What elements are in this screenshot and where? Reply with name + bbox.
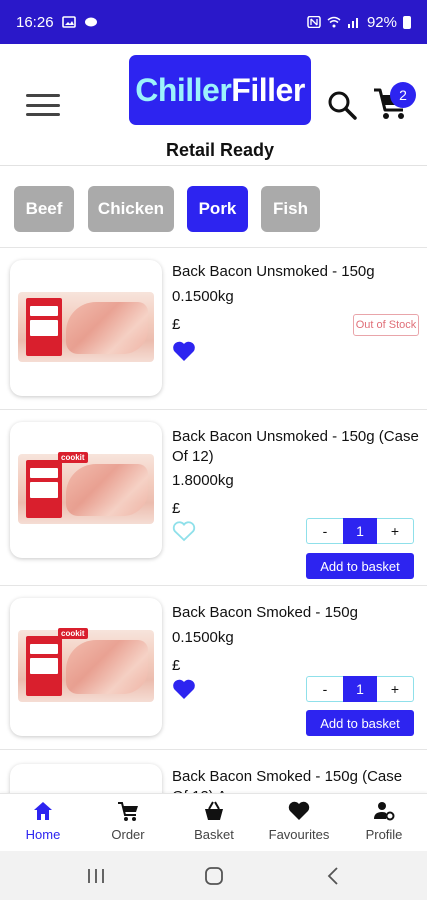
product-price: £ bbox=[172, 657, 181, 674]
chat-bubble-icon bbox=[84, 17, 97, 27]
add-to-basket-button[interactable]: Add to basket bbox=[306, 710, 414, 736]
decrement-button[interactable]: - bbox=[306, 518, 343, 544]
nav-label-basket: Basket bbox=[194, 827, 234, 842]
chillerfiller-logo[interactable]: Chiller Filler bbox=[129, 55, 311, 125]
recent-apps-icon[interactable] bbox=[84, 865, 108, 887]
product-card: cookit Back Bacon Smoked - 150g 0.1500kg… bbox=[0, 586, 427, 750]
product-card: Back Bacon Smoked - 150g (Case Of 12) A bbox=[0, 750, 427, 794]
search-icon[interactable] bbox=[326, 89, 358, 121]
category-pork[interactable]: Pork bbox=[187, 186, 248, 232]
status-time: 16:26 bbox=[16, 13, 54, 31]
product-weight: 0.1500kg bbox=[172, 629, 234, 646]
pack-brand: cookit bbox=[58, 452, 88, 463]
battery-icon bbox=[403, 15, 411, 29]
product-card: Back Bacon Unsmoked - 150g 0.1500kg £ Ou… bbox=[0, 248, 427, 410]
gallery-icon bbox=[61, 16, 76, 28]
category-filter-bar: Beef Chicken Pork Fish bbox=[0, 166, 427, 248]
increment-button[interactable]: + bbox=[377, 676, 414, 702]
logo-text-chiller: Chiller bbox=[135, 71, 232, 108]
nav-label-favourites: Favourites bbox=[268, 827, 330, 842]
hamburger-menu-icon[interactable] bbox=[26, 94, 60, 116]
product-price: £ bbox=[172, 316, 181, 333]
home-button-icon[interactable] bbox=[202, 865, 226, 887]
product-image[interactable] bbox=[10, 764, 162, 794]
nav-order[interactable]: Order bbox=[85, 800, 171, 850]
battery-percent: 92% bbox=[366, 13, 397, 31]
add-to-basket-button[interactable]: Add to basket bbox=[306, 553, 414, 579]
signal-icon bbox=[347, 18, 358, 28]
decrement-button[interactable]: - bbox=[306, 676, 343, 702]
product-weight: 1.8000kg bbox=[172, 472, 234, 489]
favourite-heart-filled-icon[interactable] bbox=[172, 340, 196, 362]
product-title[interactable]: Back Bacon Smoked - 150g (Case Of 12) A bbox=[172, 767, 422, 794]
product-title[interactable]: Back Bacon Unsmoked - 150g (Case Of 12) bbox=[172, 427, 422, 467]
home-icon bbox=[34, 802, 52, 820]
favourite-heart-filled-icon[interactable] bbox=[172, 678, 196, 700]
product-card: cookit Back Bacon Unsmoked - 150g (Case … bbox=[0, 410, 427, 586]
page-subtitle: Retail Ready bbox=[165, 140, 275, 160]
product-image[interactable] bbox=[10, 260, 162, 396]
logo-text-filler: Filler bbox=[231, 71, 305, 108]
category-beef[interactable]: Beef bbox=[14, 186, 74, 232]
profile-settings-icon bbox=[374, 802, 395, 821]
product-title[interactable]: Back Bacon Unsmoked - 150g bbox=[172, 262, 422, 282]
quantity-stepper: - 1 + bbox=[306, 676, 414, 702]
quantity-value[interactable]: 1 bbox=[343, 676, 377, 702]
bottom-navigation: Home Order Basket Favourites Profile bbox=[0, 793, 427, 851]
basket-icon bbox=[205, 801, 223, 820]
status-bar: 16:26 92% bbox=[0, 0, 427, 44]
back-icon[interactable] bbox=[322, 865, 346, 887]
wifi-icon bbox=[327, 16, 341, 28]
product-image[interactable]: cookit bbox=[10, 422, 162, 558]
increment-button[interactable]: + bbox=[377, 518, 414, 544]
cart-icon bbox=[118, 802, 138, 821]
app-header: Chiller Filler 2 Retail Ready bbox=[0, 44, 427, 166]
heart-icon bbox=[288, 801, 310, 820]
nfc-icon bbox=[307, 16, 321, 28]
product-image[interactable]: cookit bbox=[10, 598, 162, 736]
category-chicken[interactable]: Chicken bbox=[88, 186, 174, 232]
cart-count-badge[interactable]: 2 bbox=[390, 82, 416, 108]
out-of-stock-badge: Out of Stock bbox=[353, 314, 419, 336]
nav-label-order: Order bbox=[111, 827, 145, 842]
pack-brand: cookit bbox=[58, 628, 88, 639]
product-title[interactable]: Back Bacon Smoked - 150g bbox=[172, 603, 422, 623]
system-navigation-bar bbox=[0, 851, 427, 900]
nav-home[interactable]: Home bbox=[0, 800, 86, 850]
nav-favourites[interactable]: Favourites bbox=[256, 800, 342, 850]
favourite-heart-outline-icon[interactable] bbox=[172, 520, 196, 542]
nav-label-profile: Profile bbox=[365, 827, 403, 842]
nav-basket[interactable]: Basket bbox=[171, 800, 257, 850]
quantity-value[interactable]: 1 bbox=[343, 518, 377, 544]
product-price: £ bbox=[172, 500, 181, 517]
product-weight: 0.1500kg bbox=[172, 288, 234, 305]
nav-label-home: Home bbox=[25, 827, 61, 842]
category-fish[interactable]: Fish bbox=[261, 186, 320, 232]
nav-profile[interactable]: Profile bbox=[341, 800, 427, 850]
quantity-stepper: - 1 + bbox=[306, 518, 414, 544]
